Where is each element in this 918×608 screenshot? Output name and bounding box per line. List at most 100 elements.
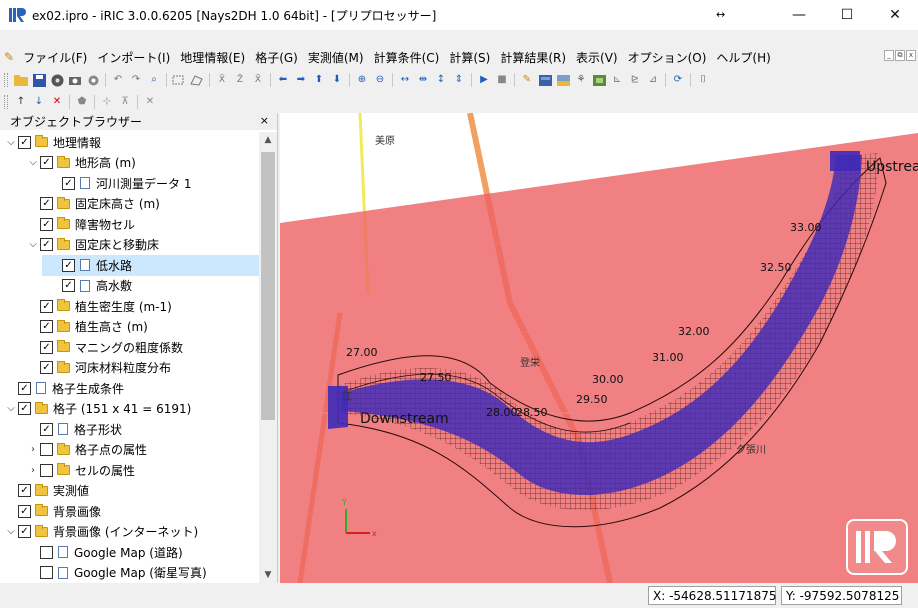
visibility-checkbox[interactable]: ✓: [40, 217, 53, 231]
menu-import[interactable]: インポート(I): [92, 49, 175, 66]
move-up-icon[interactable]: ⬆: [312, 73, 326, 87]
tree-item[interactable]: ✓ 背景画像: [0, 501, 260, 522]
undo-icon[interactable]: ↶: [111, 73, 125, 87]
polygon-icon[interactable]: ⬟: [75, 95, 89, 109]
stop-icon[interactable]: ■: [495, 73, 509, 87]
tree-item[interactable]: ✓ 植生高さ (m): [0, 317, 260, 338]
menu-calc-condition[interactable]: 計算条件(C): [369, 49, 445, 66]
select-poly-icon[interactable]: [190, 73, 204, 87]
tree-scrollbar[interactable]: ▲ ▼: [259, 132, 277, 583]
move-left-icon[interactable]: ⬅: [276, 73, 290, 87]
graph-icon[interactable]: ⊾: [610, 73, 624, 87]
profile-icon[interactable]: ⊿: [646, 73, 660, 87]
visibility-checkbox[interactable]: ✓: [62, 258, 75, 272]
menu-simulation[interactable]: 計算(S): [444, 49, 495, 66]
menu-grid[interactable]: 格子(G): [250, 49, 303, 66]
visibility-checkbox[interactable]: ✓: [40, 340, 53, 354]
clear-icon[interactable]: ✕: [143, 95, 157, 109]
settings-icon[interactable]: [86, 73, 100, 87]
disk-icon[interactable]: [50, 73, 64, 87]
move-right-icon[interactable]: ➡: [294, 73, 308, 87]
move-down-icon[interactable]: ⬇: [330, 73, 344, 87]
tree-item[interactable]: Google Map (衛星写真): [0, 563, 260, 584]
menu-view[interactable]: 表示(V): [571, 49, 623, 66]
menu-options[interactable]: オプション(O): [623, 49, 712, 66]
tree-item[interactable]: ✓ 固定床高さ (m): [0, 194, 260, 215]
visibility-checkbox[interactable]: ✓: [62, 279, 75, 293]
redo-icon[interactable]: ↷: [129, 73, 143, 87]
visibility-checkbox[interactable]: ✓: [40, 238, 53, 252]
edit-pen-icon[interactable]: ✎: [520, 73, 534, 87]
add-vertex-icon[interactable]: ⊹: [100, 95, 114, 109]
visibility-checkbox[interactable]: ✓: [40, 361, 53, 375]
arrow-down-icon[interactable]: ↓: [32, 95, 46, 109]
mdi-close-button[interactable]: x: [906, 50, 916, 61]
chevron-right-icon[interactable]: ›: [26, 444, 40, 455]
tree-item[interactable]: ✓ 河川測量データ 1: [0, 173, 260, 194]
menu-geodata[interactable]: 地理情報(E): [175, 49, 250, 66]
open-folder-icon[interactable]: [14, 73, 28, 87]
remove-vertex-icon[interactable]: ⊼: [118, 95, 132, 109]
refresh-icon[interactable]: ⟳: [671, 73, 685, 87]
zx-plane-icon[interactable]: X̄: [251, 73, 265, 87]
visibility-checkbox[interactable]: [40, 545, 53, 559]
visibility-checkbox[interactable]: ✓: [40, 156, 53, 170]
visibility-checkbox[interactable]: ✓: [40, 320, 53, 334]
menu-measured[interactable]: 実測値(M): [303, 49, 369, 66]
visibility-checkbox[interactable]: ✓: [18, 381, 31, 395]
chevron-right-icon[interactable]: ›: [26, 465, 40, 476]
visibility-checkbox[interactable]: ✓: [18, 525, 31, 539]
toolbar-grip[interactable]: [4, 95, 8, 109]
xy-plane-icon[interactable]: X̄: [215, 73, 229, 87]
mouse-icon[interactable]: ⌷: [696, 73, 710, 87]
tree-item[interactable]: › セルの属性: [0, 460, 260, 481]
zoom-icon[interactable]: ⌕: [147, 73, 161, 87]
close-button[interactable]: ✕: [872, 0, 918, 30]
visibility-checkbox[interactable]: [40, 566, 53, 580]
tree-item[interactable]: ✓ 河床材料粒度分布: [0, 358, 260, 379]
tree-item[interactable]: ✓ 格子生成条件: [0, 378, 260, 399]
tree-item[interactable]: ⌵ ✓ 背景画像 (インターネット): [0, 522, 260, 543]
zoom-out-icon[interactable]: ⊖: [373, 73, 387, 87]
particle-icon[interactable]: [592, 73, 606, 87]
tree-item[interactable]: ⌵ ✓ 固定床と移動床: [0, 235, 260, 256]
tree-item[interactable]: Google Map (道路): [0, 542, 260, 563]
shrink-v-icon[interactable]: ⇕: [452, 73, 466, 87]
color-map-icon[interactable]: [538, 73, 552, 87]
tree-item[interactable]: › 格子点の属性: [0, 440, 260, 461]
save-icon[interactable]: [32, 73, 46, 87]
menu-file[interactable]: ファイル(F): [18, 49, 92, 66]
vector-icon[interactable]: ⚘: [574, 73, 588, 87]
chevron-down-icon[interactable]: ⌵: [4, 137, 18, 148]
shrink-h-icon[interactable]: ⇹: [416, 73, 430, 87]
minimize-button[interactable]: —: [776, 0, 822, 30]
expand-v-icon[interactable]: ↕: [434, 73, 448, 87]
select-box-icon[interactable]: [172, 73, 186, 87]
mdi-restore-button[interactable]: ⧉: [895, 50, 905, 61]
visibility-checkbox[interactable]: ✓: [40, 422, 53, 436]
scroll-down-icon[interactable]: ▼: [259, 567, 277, 583]
menu-help[interactable]: ヘルプ(H): [711, 49, 775, 66]
chart-icon[interactable]: ⊵: [628, 73, 642, 87]
close-icon[interactable]: ×: [260, 114, 269, 127]
tree-item[interactable]: ✓ 低水路: [42, 255, 260, 276]
visibility-checkbox[interactable]: ✓: [18, 135, 31, 149]
tree-item[interactable]: ✓ 高水敷: [0, 276, 260, 297]
tree-item[interactable]: ✓ マニングの粗度係数: [0, 337, 260, 358]
expand-h-icon[interactable]: ↔: [398, 73, 412, 87]
visibility-checkbox[interactable]: ✓: [40, 299, 53, 313]
tree-item[interactable]: ✓ 植生密生度 (m-1): [0, 296, 260, 317]
toolbar-grip[interactable]: [4, 73, 8, 87]
visibility-checkbox[interactable]: ✓: [18, 402, 31, 416]
run-icon[interactable]: ▶: [477, 73, 491, 87]
map-canvas[interactable]: 27.00 27.50 28.00 28.50 29.50 30.00 31.0…: [280, 113, 918, 583]
visibility-checkbox[interactable]: ✓: [18, 484, 31, 498]
yz-plane-icon[interactable]: Z̄: [233, 73, 247, 87]
tree-item[interactable]: ⌵ ✓ 地形高 (m): [0, 153, 260, 174]
tree-item[interactable]: ⌵ ✓ 地理情報: [0, 132, 260, 153]
tree-item[interactable]: ⌵ ✓ 格子 (151 x 41 = 6191): [0, 399, 260, 420]
chevron-down-icon[interactable]: ⌵: [4, 526, 18, 537]
chevron-down-icon[interactable]: ⌵: [26, 239, 40, 250]
visibility-checkbox[interactable]: [40, 443, 53, 457]
visibility-checkbox[interactable]: ✓: [62, 176, 75, 190]
